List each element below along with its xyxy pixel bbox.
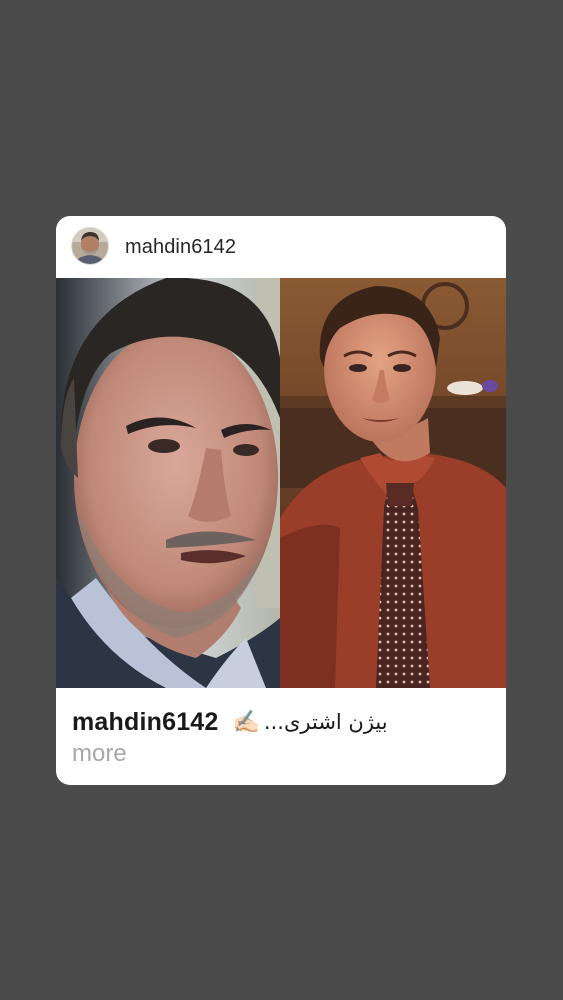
portrait-man-red-shirt-image bbox=[280, 278, 506, 688]
photo-right bbox=[280, 278, 506, 688]
more-link[interactable]: more bbox=[72, 740, 127, 768]
post-header: mahdin6142 bbox=[56, 216, 506, 278]
post-caption: mahdin6142 ✍🏻 ...بیژن اشتری bbox=[72, 704, 492, 740]
post-card: mahdin6142 mahdin6142 ✍🏻 ...بیژن اشتری m… bbox=[56, 216, 506, 785]
caption-text: ...بیژن اشتری bbox=[263, 710, 388, 734]
avatar-image bbox=[72, 228, 108, 264]
writing-hand-icon: ✍🏻 bbox=[232, 709, 260, 734]
caption-username[interactable]: mahdin6142 bbox=[72, 708, 219, 737]
photo-left bbox=[56, 278, 280, 688]
header-username[interactable]: mahdin6142 bbox=[125, 236, 236, 259]
profile-avatar[interactable] bbox=[72, 228, 108, 264]
post-media[interactable] bbox=[56, 278, 506, 688]
portrait-man-suit-image bbox=[56, 278, 280, 688]
